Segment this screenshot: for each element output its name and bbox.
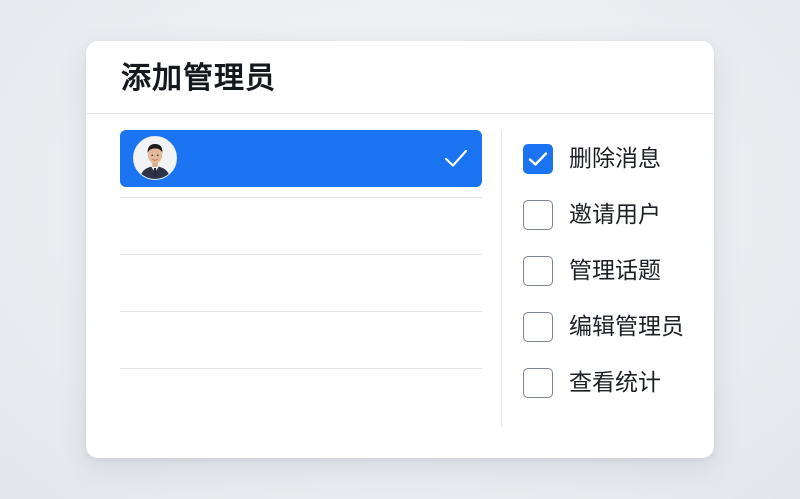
permission-edit-admins[interactable]: 编辑管理员: [523, 308, 703, 364]
user-avatar-photo: [134, 137, 176, 179]
permission-label: 邀请用户: [569, 202, 661, 228]
permission-delete-messages[interactable]: 删除消息: [523, 140, 703, 196]
checkbox[interactable]: [523, 256, 553, 286]
permission-invite-users[interactable]: 邀请用户: [523, 196, 703, 252]
permission-label: 删除消息: [569, 146, 661, 172]
user-row[interactable]: [120, 312, 482, 369]
dialog-title: 添加管理员: [121, 61, 276, 96]
avatar: [133, 136, 177, 180]
checkbox-checked[interactable]: [523, 144, 553, 174]
user-row-selected[interactable]: [120, 130, 482, 198]
permission-view-stats[interactable]: 查看统计: [523, 364, 703, 420]
panel-divider: [501, 130, 502, 426]
permission-label: 查看统计: [569, 370, 661, 396]
add-admin-dialog: 添加管理员 删除消息 邀请用户 管理话题 编辑管理员 查看统计: [86, 41, 714, 458]
checkbox[interactable]: [523, 368, 553, 398]
checkbox[interactable]: [523, 200, 553, 230]
user-list: [120, 130, 482, 426]
dialog-header: 添加管理员: [86, 41, 714, 114]
user-row[interactable]: [120, 369, 482, 426]
permission-manage-topics[interactable]: 管理话题: [523, 252, 703, 308]
check-icon: [528, 152, 548, 166]
checkbox[interactable]: [523, 312, 553, 342]
user-row[interactable]: [120, 255, 482, 312]
permission-label: 编辑管理员: [569, 314, 684, 340]
permissions-list: 删除消息 邀请用户 管理话题 编辑管理员 查看统计: [523, 140, 703, 420]
check-icon: [444, 149, 468, 167]
user-row[interactable]: [120, 198, 482, 255]
permission-label: 管理话题: [569, 258, 661, 284]
